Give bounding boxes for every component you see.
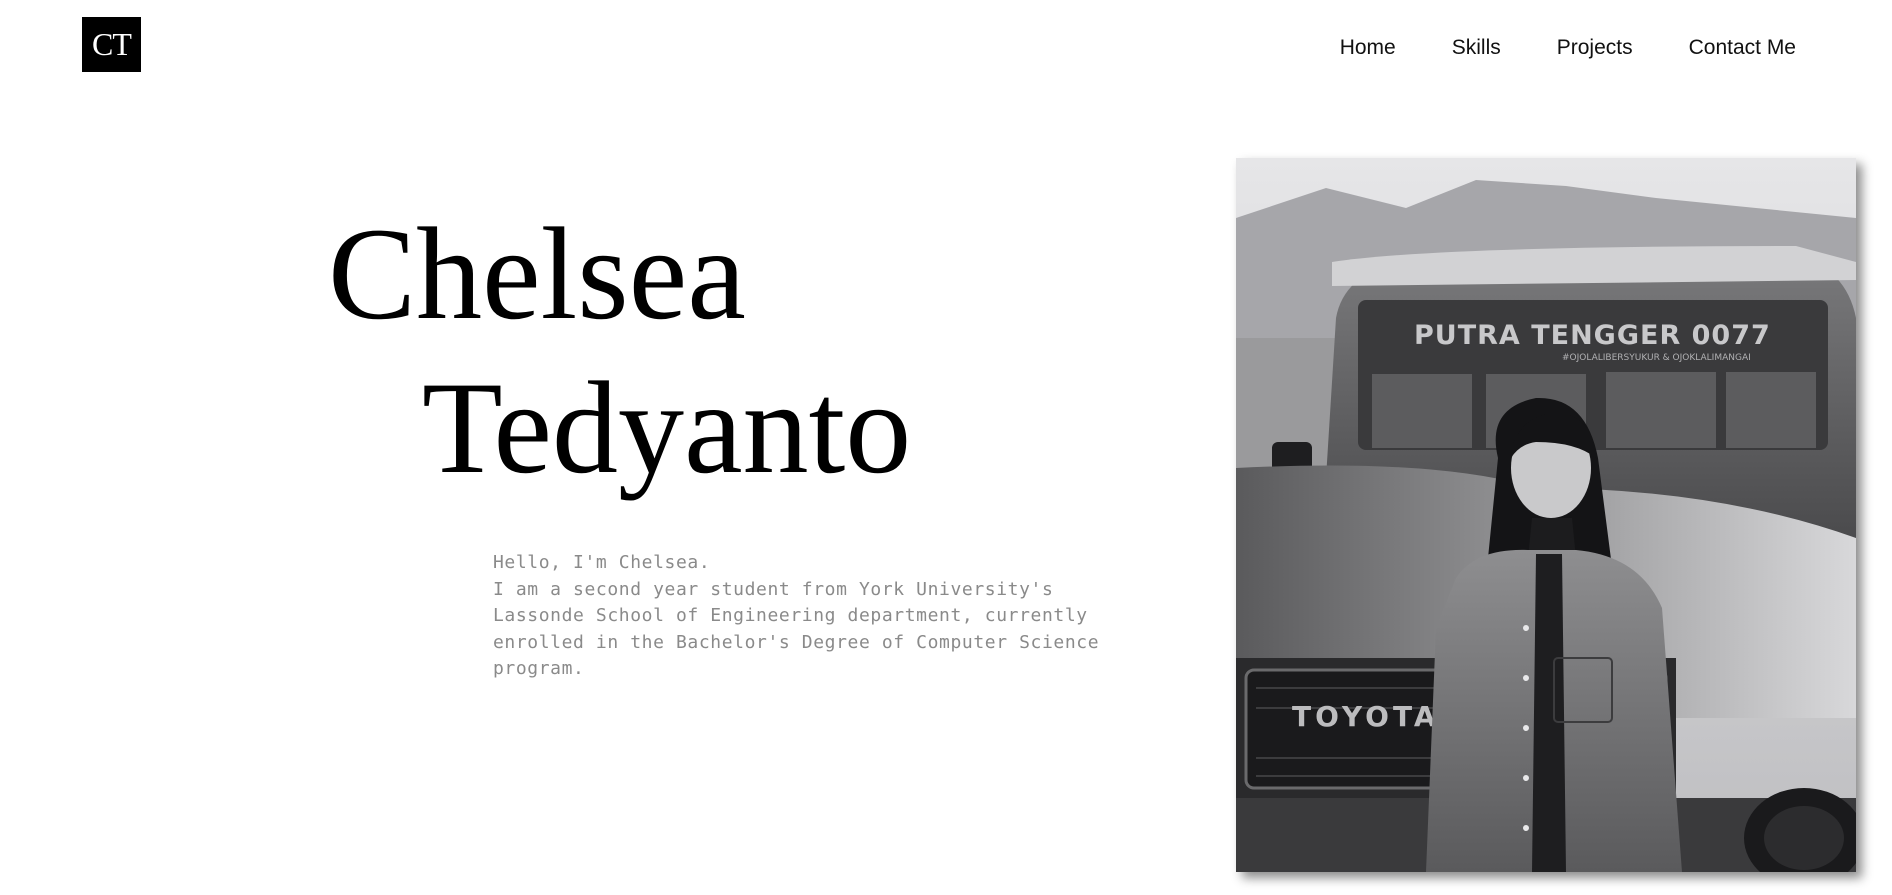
profile-photo: PUTRA TENGGER 0077 #OJOLALIBERSYUKUR & O… [1236, 158, 1856, 872]
hero-intro: Hello, I'm Chelsea. I am a second year s… [493, 550, 1113, 683]
nav-contact-link[interactable]: Contact Me [1689, 36, 1796, 60]
hero-first-name: Chelsea [328, 200, 746, 347]
grille-text: TOYOTA [1292, 700, 1440, 733]
nav-projects-link[interactable]: Projects [1557, 36, 1633, 60]
intro-greeting: Hello, I'm Chelsea. [493, 552, 711, 573]
nav-home-link[interactable]: Home [1340, 36, 1396, 60]
windshield-text: PUTRA TENGGER 0077 [1414, 320, 1771, 351]
intro-body: I am a second year student from York Uni… [493, 578, 1100, 680]
site-logo[interactable]: CT [82, 17, 141, 72]
hero-last-name: Tedyanto [422, 354, 912, 501]
nav-skills-link[interactable]: Skills [1452, 36, 1501, 60]
windshield-subtext: #OJOLALIBERSYUKUR & OJOKLALIMANGAI [1562, 353, 1751, 363]
main-nav: Home Skills Projects Contact Me [1340, 36, 1796, 60]
